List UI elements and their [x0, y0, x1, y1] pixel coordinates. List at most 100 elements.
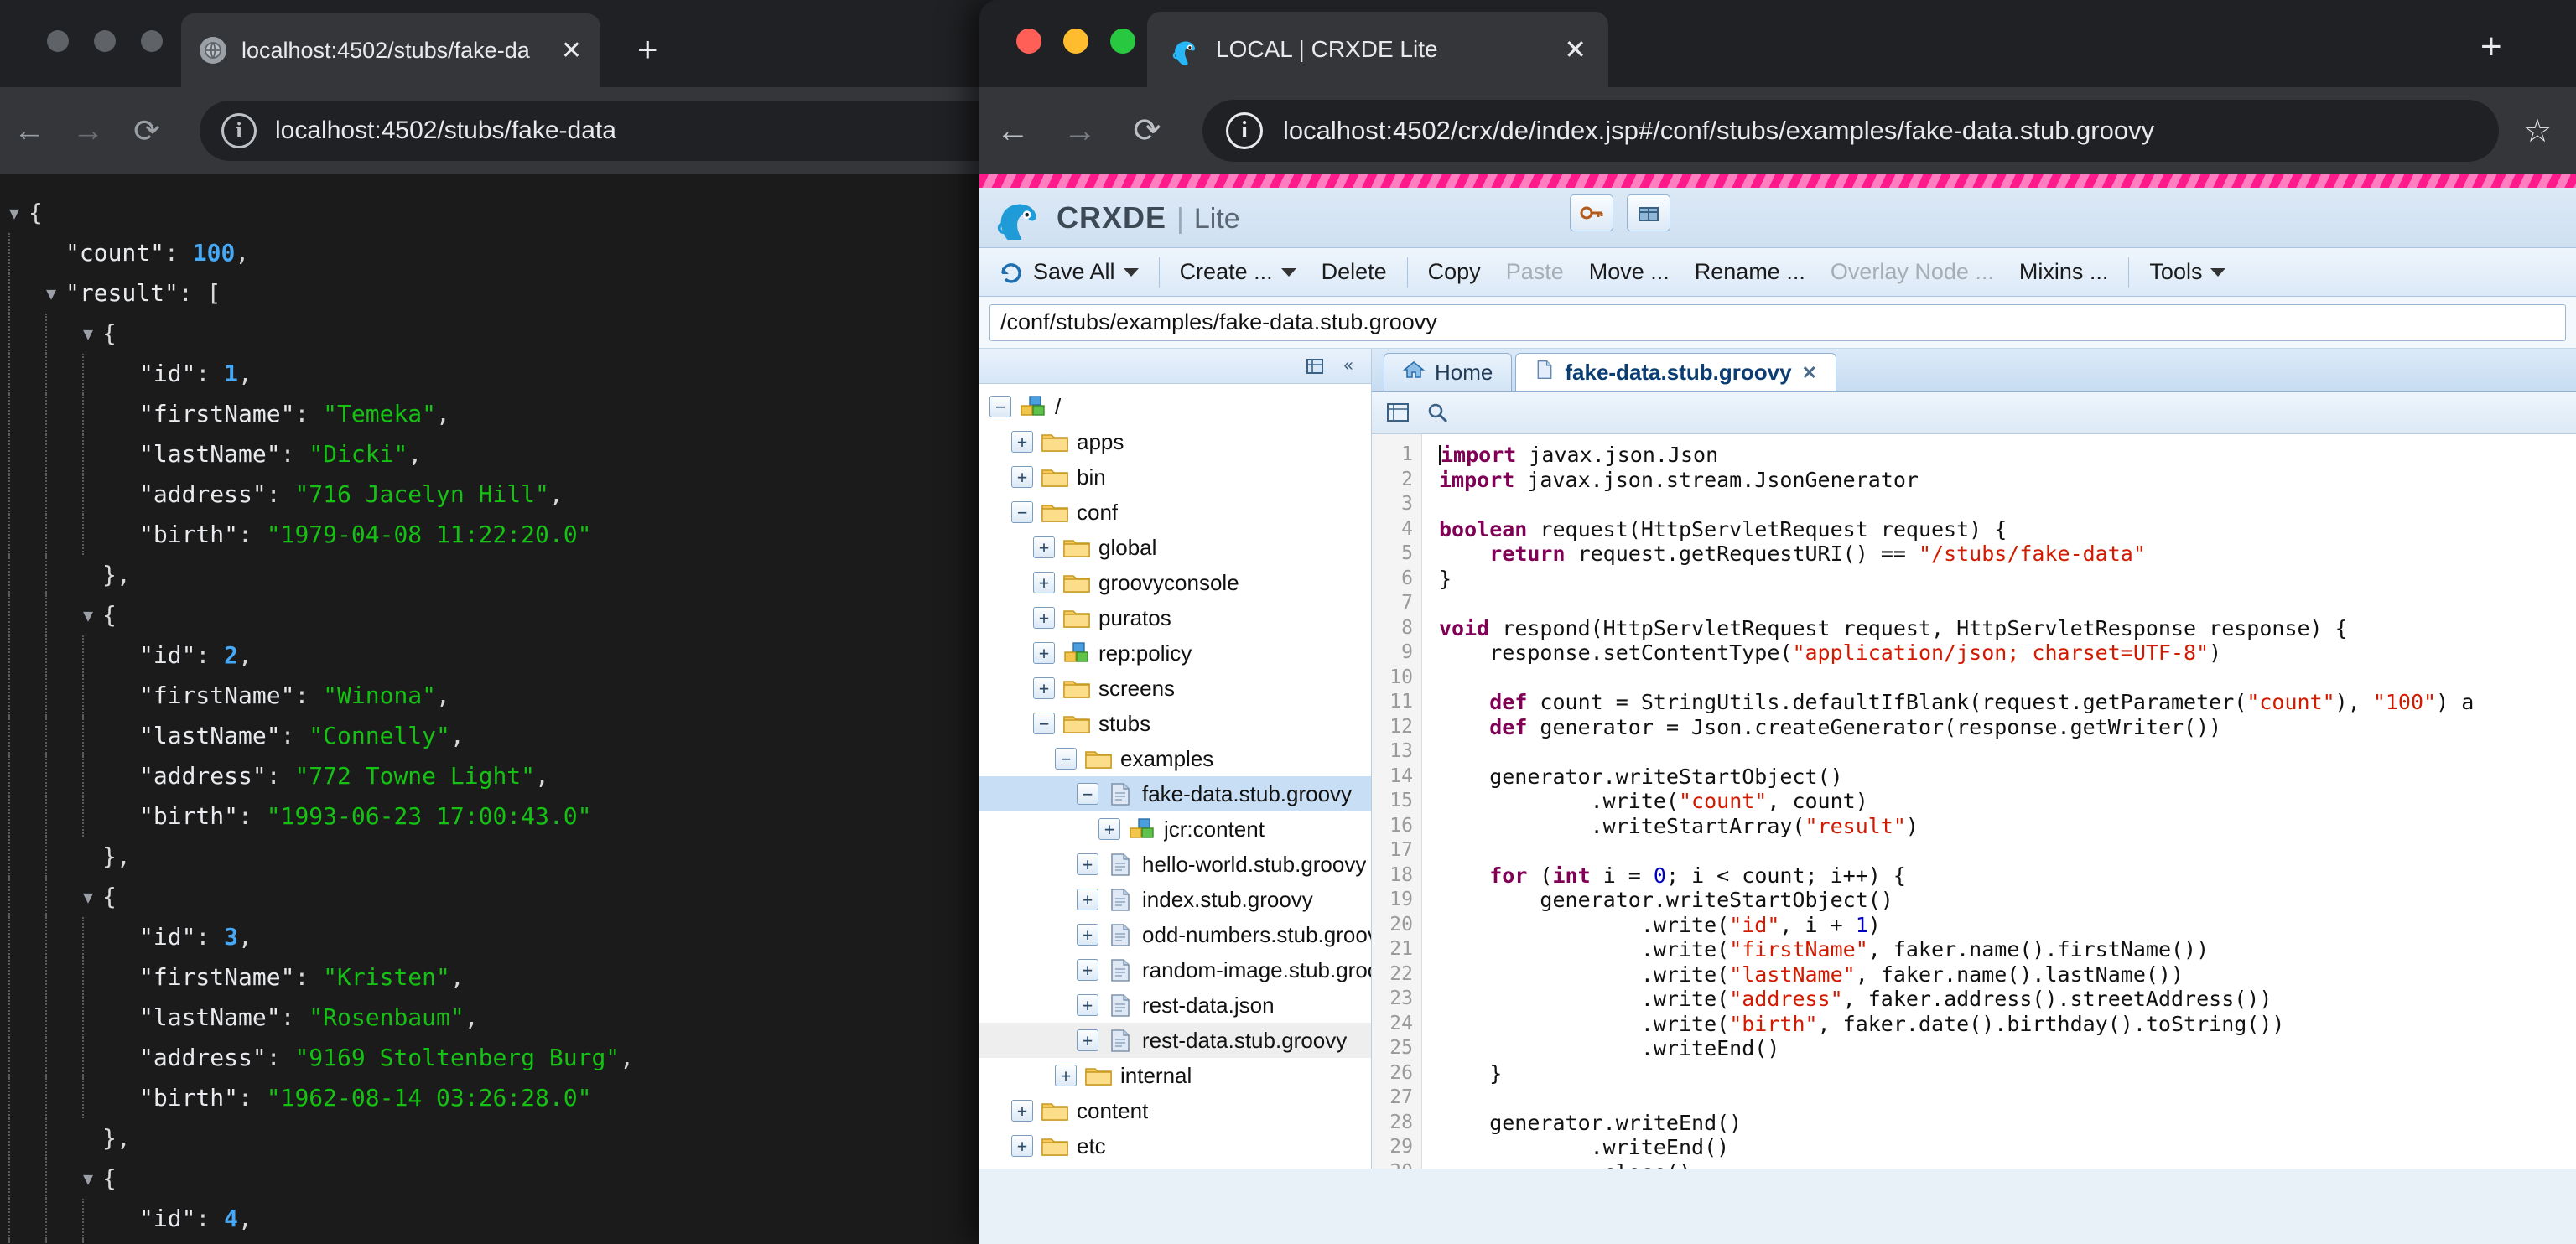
tree-node[interactable]: +content — [979, 1093, 1371, 1128]
tree-node-selected[interactable]: −fake-data.stub.groovy — [979, 776, 1371, 811]
tree-expand-icon[interactable]: + — [1077, 994, 1098, 1016]
tree-node[interactable]: +index.stub.groovy — [979, 882, 1371, 917]
tree-expand-icon[interactable]: + — [1033, 677, 1055, 699]
close-icon[interactable]: ✕ — [561, 36, 582, 65]
tree-collapse-icon[interactable]: − — [1055, 748, 1077, 770]
tree-expand-icon[interactable]: + — [1033, 607, 1055, 629]
tree-collapse-icon[interactable]: « — [1336, 354, 1361, 379]
tree-node[interactable]: +home — [979, 1164, 1371, 1169]
back-minimize-button[interactable] — [94, 30, 116, 52]
box-icon[interactable] — [1627, 194, 1670, 231]
chevron-down-icon[interactable] — [1281, 268, 1296, 277]
tree-collapse-icon[interactable]: − — [1011, 501, 1033, 523]
tree-node[interactable]: +random-image.stub.groovy — [979, 952, 1371, 987]
tree-expand-icon[interactable]: + — [1077, 889, 1098, 910]
tree-expand-icon[interactable]: + — [1011, 1100, 1033, 1122]
toolbar-create-button[interactable]: Create ... — [1168, 256, 1308, 288]
tree-node[interactable]: +apps — [979, 424, 1371, 459]
chevron-down-icon[interactable] — [1124, 268, 1139, 277]
back-new-tab-button[interactable]: + — [637, 32, 658, 67]
tree-expand-icon[interactable]: + — [1055, 1065, 1077, 1086]
tree-expand-icon[interactable]: + — [1077, 853, 1098, 875]
front-browser-tab[interactable]: LOCAL | CRXDE Lite ✕ — [1147, 12, 1608, 87]
disclosure-triangle-icon[interactable]: ▼ — [74, 877, 102, 917]
tree-node[interactable]: +rest-data.stub.groovy — [979, 1023, 1371, 1058]
key-icon[interactable] — [1570, 194, 1613, 231]
json-indent-guide — [8, 314, 37, 354]
tree-expand-icon[interactable]: + — [1077, 959, 1098, 981]
back-browser-tab[interactable]: localhost:4502/stubs/fake-da ✕ — [181, 13, 600, 87]
back-maximize-button[interactable] — [141, 30, 163, 52]
toolbar-item-label: Rename ... — [1695, 259, 1805, 285]
tree-node[interactable]: +rest-data.json — [979, 987, 1371, 1023]
front-maximize-button[interactable] — [1110, 29, 1135, 54]
bookmark-star-icon[interactable]: ☆ — [2499, 112, 2576, 150]
tree-expand-icon[interactable]: + — [1011, 1135, 1033, 1157]
tree-expand-icon[interactable]: + — [1011, 431, 1033, 453]
tree-node[interactable]: +puratos — [979, 600, 1371, 635]
close-icon[interactable]: ✕ — [1802, 362, 1817, 384]
tree-node[interactable]: +groovyconsole — [979, 565, 1371, 600]
tree-node[interactable]: +etc — [979, 1128, 1371, 1164]
tree-node[interactable]: +internal — [979, 1058, 1371, 1093]
toolbar-rename-button[interactable]: Rename ... — [1683, 256, 1817, 288]
tree-collapse-icon[interactable]: − — [1033, 713, 1055, 734]
tree-filter-icon[interactable] — [1302, 354, 1327, 379]
tree-expand-icon[interactable]: + — [1033, 642, 1055, 664]
tree-node[interactable]: +rep:policy — [979, 635, 1371, 671]
outline-icon[interactable] — [1385, 401, 1414, 426]
toolbar-tools-button[interactable]: Tools — [2137, 256, 2237, 288]
json-indent-guide — [82, 394, 111, 434]
tree-scroll-area[interactable]: −/+apps+bin−conf+global+groovyconsole+pu… — [979, 384, 1371, 1169]
back-reload-button[interactable]: ⟳ — [117, 112, 176, 150]
code-editor[interactable]: 1234567891011121314151617181920212223242… — [1372, 434, 2576, 1169]
tree-expand-icon[interactable]: + — [1077, 924, 1098, 946]
tree-expand-icon[interactable]: + — [1033, 572, 1055, 593]
disclosure-triangle-icon[interactable]: ▼ — [74, 314, 102, 354]
editor-tab-home[interactable]: Home — [1384, 353, 1512, 391]
back-navigate-back-button[interactable]: ← — [0, 113, 59, 149]
tree-node[interactable]: +bin — [979, 459, 1371, 495]
disclosure-triangle-icon[interactable]: ▼ — [0, 193, 29, 233]
toolbar-delete-button[interactable]: Delete — [1310, 256, 1399, 288]
tree-expand-icon[interactable]: + — [1077, 1029, 1098, 1051]
tree-expand-icon[interactable]: + — [1033, 536, 1055, 558]
front-navigate-back-button[interactable]: ← — [979, 112, 1046, 150]
tree-collapse-icon[interactable]: − — [989, 396, 1011, 417]
back-navigate-forward-button[interactable]: → — [59, 113, 117, 149]
front-new-tab-button[interactable]: + — [2480, 29, 2502, 65]
toolbar-copy-button[interactable]: Copy — [1416, 256, 1493, 288]
front-reload-button[interactable]: ⟳ — [1114, 111, 1181, 150]
code-content[interactable]: import javax.json.Jsonimport javax.json.… — [1422, 434, 2576, 1169]
site-info-icon[interactable]: i — [221, 113, 257, 148]
tree-expand-icon[interactable]: + — [1011, 466, 1033, 488]
toolbar-move-button[interactable]: Move ... — [1577, 256, 1681, 288]
toolbar-mixins-button[interactable]: Mixins ... — [2007, 256, 2121, 288]
back-close-button[interactable] — [47, 30, 69, 52]
tree-node[interactable]: +global — [979, 530, 1371, 565]
front-minimize-button[interactable] — [1063, 29, 1088, 54]
tree-node[interactable]: +hello-world.stub.groovy — [979, 847, 1371, 882]
tree-node[interactable]: +jcr:content — [979, 811, 1371, 847]
site-info-icon[interactable]: i — [1226, 112, 1263, 149]
tree-node[interactable]: −conf — [979, 495, 1371, 530]
tree-node[interactable]: +odd-numbers.stub.groovy — [979, 917, 1371, 952]
front-address-bar[interactable]: i localhost:4502/crx/de/index.jsp#/conf/… — [1202, 100, 2499, 162]
toolbar-save-all-button[interactable]: Save All — [988, 256, 1150, 288]
front-navigate-forward-button[interactable]: → — [1046, 112, 1114, 150]
tree-expand-icon[interactable]: + — [1098, 818, 1120, 840]
path-input[interactable]: /conf/stubs/examples/fake-data.stub.groo… — [989, 304, 2566, 341]
front-close-button[interactable] — [1016, 29, 1041, 54]
close-icon[interactable]: ✕ — [1564, 34, 1587, 65]
chevron-down-icon[interactable] — [2210, 268, 2225, 277]
find-icon[interactable] — [1426, 401, 1454, 426]
disclosure-triangle-icon[interactable]: ▼ — [37, 273, 65, 314]
disclosure-triangle-icon[interactable]: ▼ — [74, 1158, 102, 1199]
editor-tab-fake-data-stub-groovy[interactable]: fake-data.stub.groovy✕ — [1515, 353, 1836, 391]
tree-node[interactable]: +screens — [979, 671, 1371, 706]
tree-node[interactable]: −/ — [979, 389, 1371, 424]
disclosure-triangle-icon[interactable]: ▼ — [74, 595, 102, 635]
tree-collapse-icon[interactable]: − — [1077, 783, 1098, 805]
tree-node[interactable]: −examples — [979, 741, 1371, 776]
tree-node[interactable]: −stubs — [979, 706, 1371, 741]
